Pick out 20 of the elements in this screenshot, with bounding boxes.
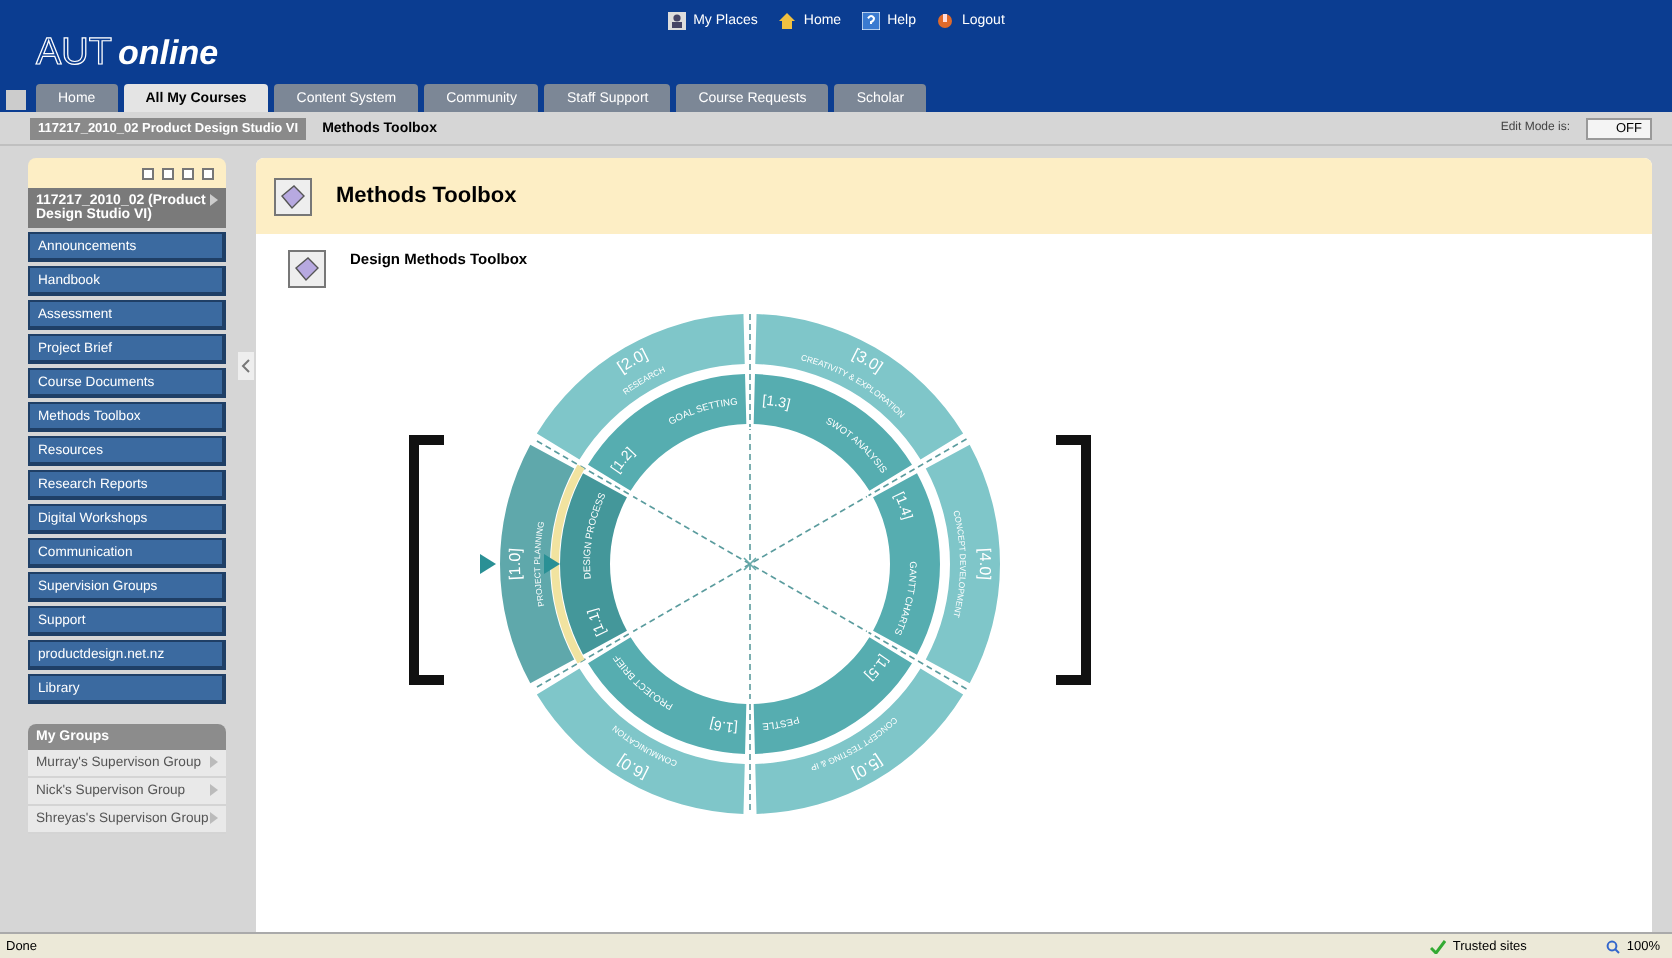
segment-number: [3.0] [849, 344, 886, 377]
person-icon [667, 11, 686, 29]
arrow-icon [210, 194, 218, 206]
arrow-icon [210, 784, 218, 796]
collapse-button[interactable] [238, 352, 254, 380]
page-title: Methods Toolbox [336, 184, 517, 208]
pointer-icon [480, 554, 496, 574]
help-icon [861, 11, 880, 29]
pointer-icon [544, 554, 560, 574]
logo-text: AUT [36, 32, 112, 76]
zoom-icon [1606, 939, 1621, 953]
logo-subtitle: online [118, 34, 219, 74]
center-mark-icon [743, 557, 757, 571]
document-icon [288, 250, 326, 288]
house-icon [777, 11, 796, 29]
arrow-icon [210, 756, 218, 768]
arrow-icon [210, 812, 218, 824]
document-icon [274, 177, 312, 215]
logout-icon [935, 11, 954, 29]
check-icon [1430, 939, 1447, 953]
